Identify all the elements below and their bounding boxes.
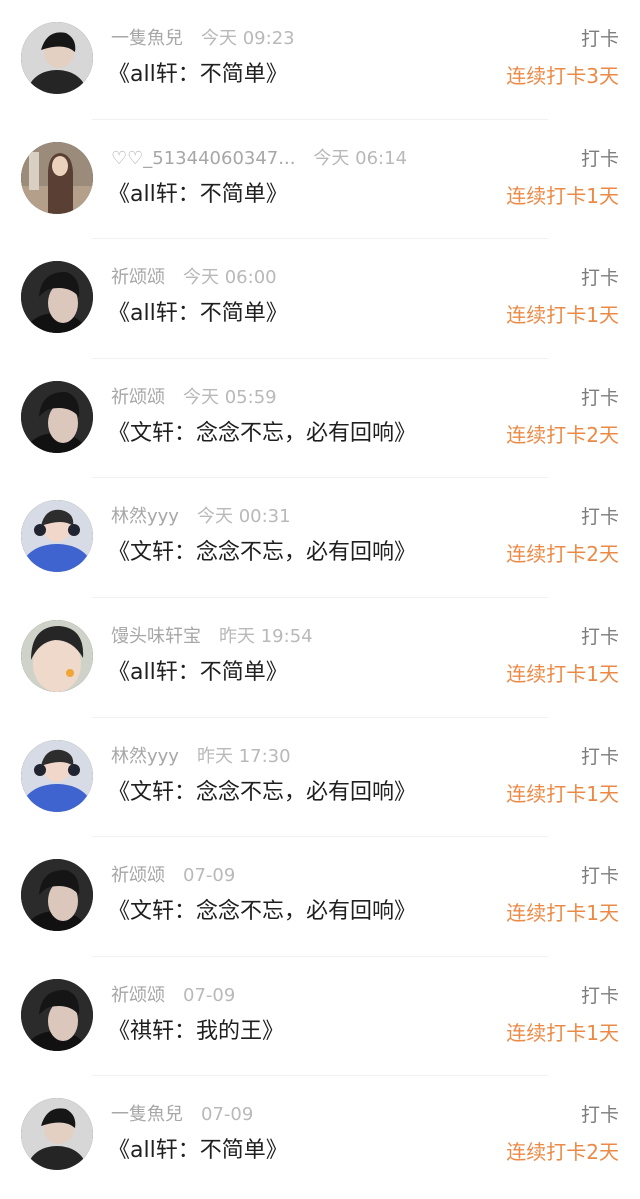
username[interactable]: 一隻魚兒 (111, 26, 183, 52)
avatar[interactable] (21, 380, 93, 453)
checkin-row[interactable]: 林然yyy 昨天 17:30 《文轩：念念不忘，必有回响》 打卡 连续打卡1天 (0, 718, 640, 838)
avatar[interactable] (21, 859, 93, 932)
streak-label: 连续打卡2天 (506, 1140, 619, 1165)
timestamp: 07-09 (183, 865, 236, 887)
book-title[interactable]: 《all轩：不简单》 (108, 657, 288, 689)
checkin-button[interactable]: 打卡 (581, 983, 619, 1009)
checkin-row[interactable]: ♡♡_51344060347... 今天 06:14 《all轩：不简单》 打卡 … (0, 120, 640, 240)
streak-label: 连续打卡1天 (506, 1020, 619, 1045)
book-title[interactable]: 《all轩：不简单》 (108, 298, 288, 330)
checkin-button[interactable]: 打卡 (581, 1102, 619, 1128)
checkin-row[interactable]: 一隻魚兒 今天 09:23 《all轩：不简单》 打卡 连续打卡3天 (0, 0, 640, 120)
entry-meta: 祈颂颂 07-09 (111, 983, 235, 1009)
timestamp: 今天 09:23 (201, 28, 295, 49)
checkin-button[interactable]: 打卡 (581, 863, 619, 889)
username[interactable]: 祈颂颂 (111, 863, 165, 889)
book-title[interactable]: 《文轩：念念不忘，必有回响》 (108, 418, 416, 450)
username[interactable]: 祈颂颂 (111, 983, 165, 1009)
checkin-button[interactable]: 打卡 (581, 146, 619, 172)
username[interactable]: 祈颂颂 (111, 265, 165, 291)
avatar[interactable] (21, 739, 93, 812)
entry-meta: ♡♡_51344060347... 今天 06:14 (111, 146, 407, 172)
timestamp: 今天 00:31 (196, 506, 291, 528)
username[interactable]: ♡♡_51344060347... (111, 146, 295, 172)
checkin-button[interactable]: 打卡 (581, 26, 619, 52)
avatar[interactable] (21, 500, 93, 573)
streak-label: 连续打卡2天 (506, 542, 619, 567)
avatar[interactable] (21, 1098, 93, 1171)
entry-meta: 祈颂颂 07-09 (111, 863, 235, 889)
checkin-button[interactable]: 打卡 (581, 265, 619, 291)
avatar[interactable] (21, 261, 93, 334)
username[interactable]: 林然yyy (111, 504, 179, 530)
entry-meta: 祈颂颂 今天 06:00 (111, 265, 277, 291)
username[interactable]: 一隻魚兒 (111, 1102, 183, 1128)
book-title[interactable]: 《祺轩：我的王》 (108, 1016, 284, 1048)
book-title[interactable]: 《文轩：念念不忘，必有回响》 (108, 896, 416, 928)
entry-meta: 林然yyy 昨天 17:30 (111, 744, 291, 770)
checkin-row[interactable]: 祈颂颂 07-09 《祺轩：我的王》 打卡 连续打卡1天 (0, 957, 640, 1077)
streak-label: 连续打卡1天 (506, 901, 619, 926)
book-title[interactable]: 《文轩：念念不忘，必有回响》 (108, 777, 416, 809)
timestamp: 昨天 19:54 (219, 626, 313, 647)
avatar[interactable] (21, 620, 93, 692)
checkin-row[interactable]: 祈颂颂 今天 06:00 《all轩：不简单》 打卡 连续打卡1天 (0, 239, 640, 359)
streak-label: 连续打卡1天 (506, 781, 619, 806)
avatar[interactable] (21, 141, 93, 214)
timestamp: 07-09 (183, 984, 236, 1006)
book-title[interactable]: 《文轩：念念不忘，必有回响》 (108, 537, 416, 569)
entry-meta: 林然yyy 今天 00:31 (111, 504, 291, 530)
timestamp: 今天 05:59 (183, 386, 277, 408)
username[interactable]: 馒头味轩宝 (111, 624, 201, 650)
book-title[interactable]: 《all轩：不简单》 (108, 179, 288, 211)
book-title[interactable]: 《all轩：不简单》 (108, 1135, 288, 1167)
streak-label: 连续打卡1天 (506, 183, 619, 208)
username[interactable]: 林然yyy (111, 744, 179, 770)
streak-label: 连续打卡3天 (506, 64, 619, 88)
username[interactable]: 祈颂颂 (111, 385, 165, 411)
checkin-button[interactable]: 打卡 (581, 385, 619, 411)
timestamp: 今天 06:14 (313, 147, 408, 169)
checkin-row[interactable]: 祈颂颂 07-09 《文轩：念念不忘，必有回响》 打卡 连续打卡1天 (0, 837, 640, 957)
streak-label: 连续打卡1天 (506, 303, 619, 328)
streak-label: 连续打卡1天 (506, 662, 619, 686)
checkin-button[interactable]: 打卡 (581, 744, 619, 770)
checkin-row[interactable]: 馒头味轩宝 昨天 19:54 《all轩：不简单》 打卡 连续打卡1天 (0, 598, 640, 718)
entry-meta: 一隻魚兒 今天 09:23 (111, 26, 295, 52)
timestamp: 昨天 17:30 (196, 745, 291, 767)
checkin-row[interactable]: 一隻魚兒 07-09 《all轩：不简单》 打卡 连续打卡2天 (0, 1076, 640, 1196)
timestamp: 07-09 (201, 1104, 254, 1126)
checkin-button[interactable]: 打卡 (581, 624, 619, 650)
entry-meta: 祈颂颂 今天 05:59 (111, 385, 277, 411)
checkin-list: 一隻魚兒 今天 09:23 《all轩：不简单》 打卡 连续打卡3天 ♡♡_513… (0, 0, 640, 1199)
avatar[interactable] (21, 22, 93, 94)
checkin-button[interactable]: 打卡 (581, 504, 619, 530)
avatar[interactable] (21, 978, 93, 1051)
checkin-row[interactable]: 祈颂颂 今天 05:59 《文轩：念念不忘，必有回响》 打卡 连续打卡2天 (0, 359, 640, 479)
entry-meta: 一隻魚兒 07-09 (111, 1102, 253, 1128)
book-title[interactable]: 《all轩：不简单》 (108, 59, 288, 91)
checkin-row[interactable]: 林然yyy 今天 00:31 《文轩：念念不忘，必有回响》 打卡 连续打卡2天 (0, 478, 640, 598)
streak-label: 连续打卡2天 (506, 422, 619, 447)
timestamp: 今天 06:00 (183, 267, 277, 289)
entry-meta: 馒头味轩宝 昨天 19:54 (111, 624, 313, 650)
